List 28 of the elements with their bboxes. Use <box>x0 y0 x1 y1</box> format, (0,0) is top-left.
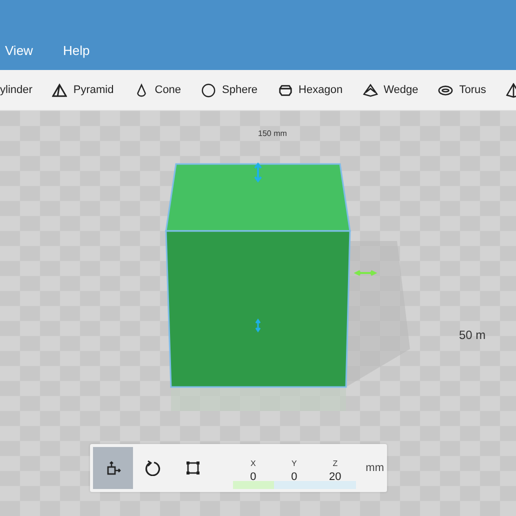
dimension-label: 50 m <box>459 328 486 342</box>
height-handle-icon[interactable] <box>254 162 262 183</box>
shape-button[interactable]: Cone <box>134 82 182 98</box>
torus-icon <box>438 82 454 98</box>
shape-button[interactable]: Hexagon <box>278 82 343 98</box>
wedge-icon <box>362 82 378 98</box>
axis-label: X <box>250 459 256 468</box>
shape-button[interactable]: Sphere <box>201 82 258 98</box>
shape-button[interactable]: ylinder <box>0 84 32 96</box>
coordinate-field[interactable]: 0 <box>232 471 274 489</box>
shape-button[interactable]: Pyramid <box>52 82 114 98</box>
shape-button[interactable]: Torus <box>438 82 486 98</box>
sphere-icon <box>201 82 216 98</box>
coordinate-field[interactable]: 20 <box>314 471 356 489</box>
width-handle-icon[interactable] <box>354 270 378 276</box>
dimension-label: 150 mm <box>258 129 287 138</box>
move-icon <box>104 460 121 476</box>
coordinate-field[interactable]: 0 <box>274 471 315 489</box>
unit-label: mm <box>366 462 384 474</box>
move-tool[interactable] <box>93 447 133 489</box>
scale-icon <box>184 460 201 476</box>
shape-button[interactable]: Wedge <box>362 82 418 98</box>
hexagon-icon <box>278 82 293 98</box>
pyramid-icon <box>52 82 68 98</box>
axis-label: Z <box>332 459 338 468</box>
axis-label: Y <box>292 459 297 468</box>
height-handle-icon[interactable] <box>255 318 261 332</box>
rotate-icon <box>144 460 161 476</box>
